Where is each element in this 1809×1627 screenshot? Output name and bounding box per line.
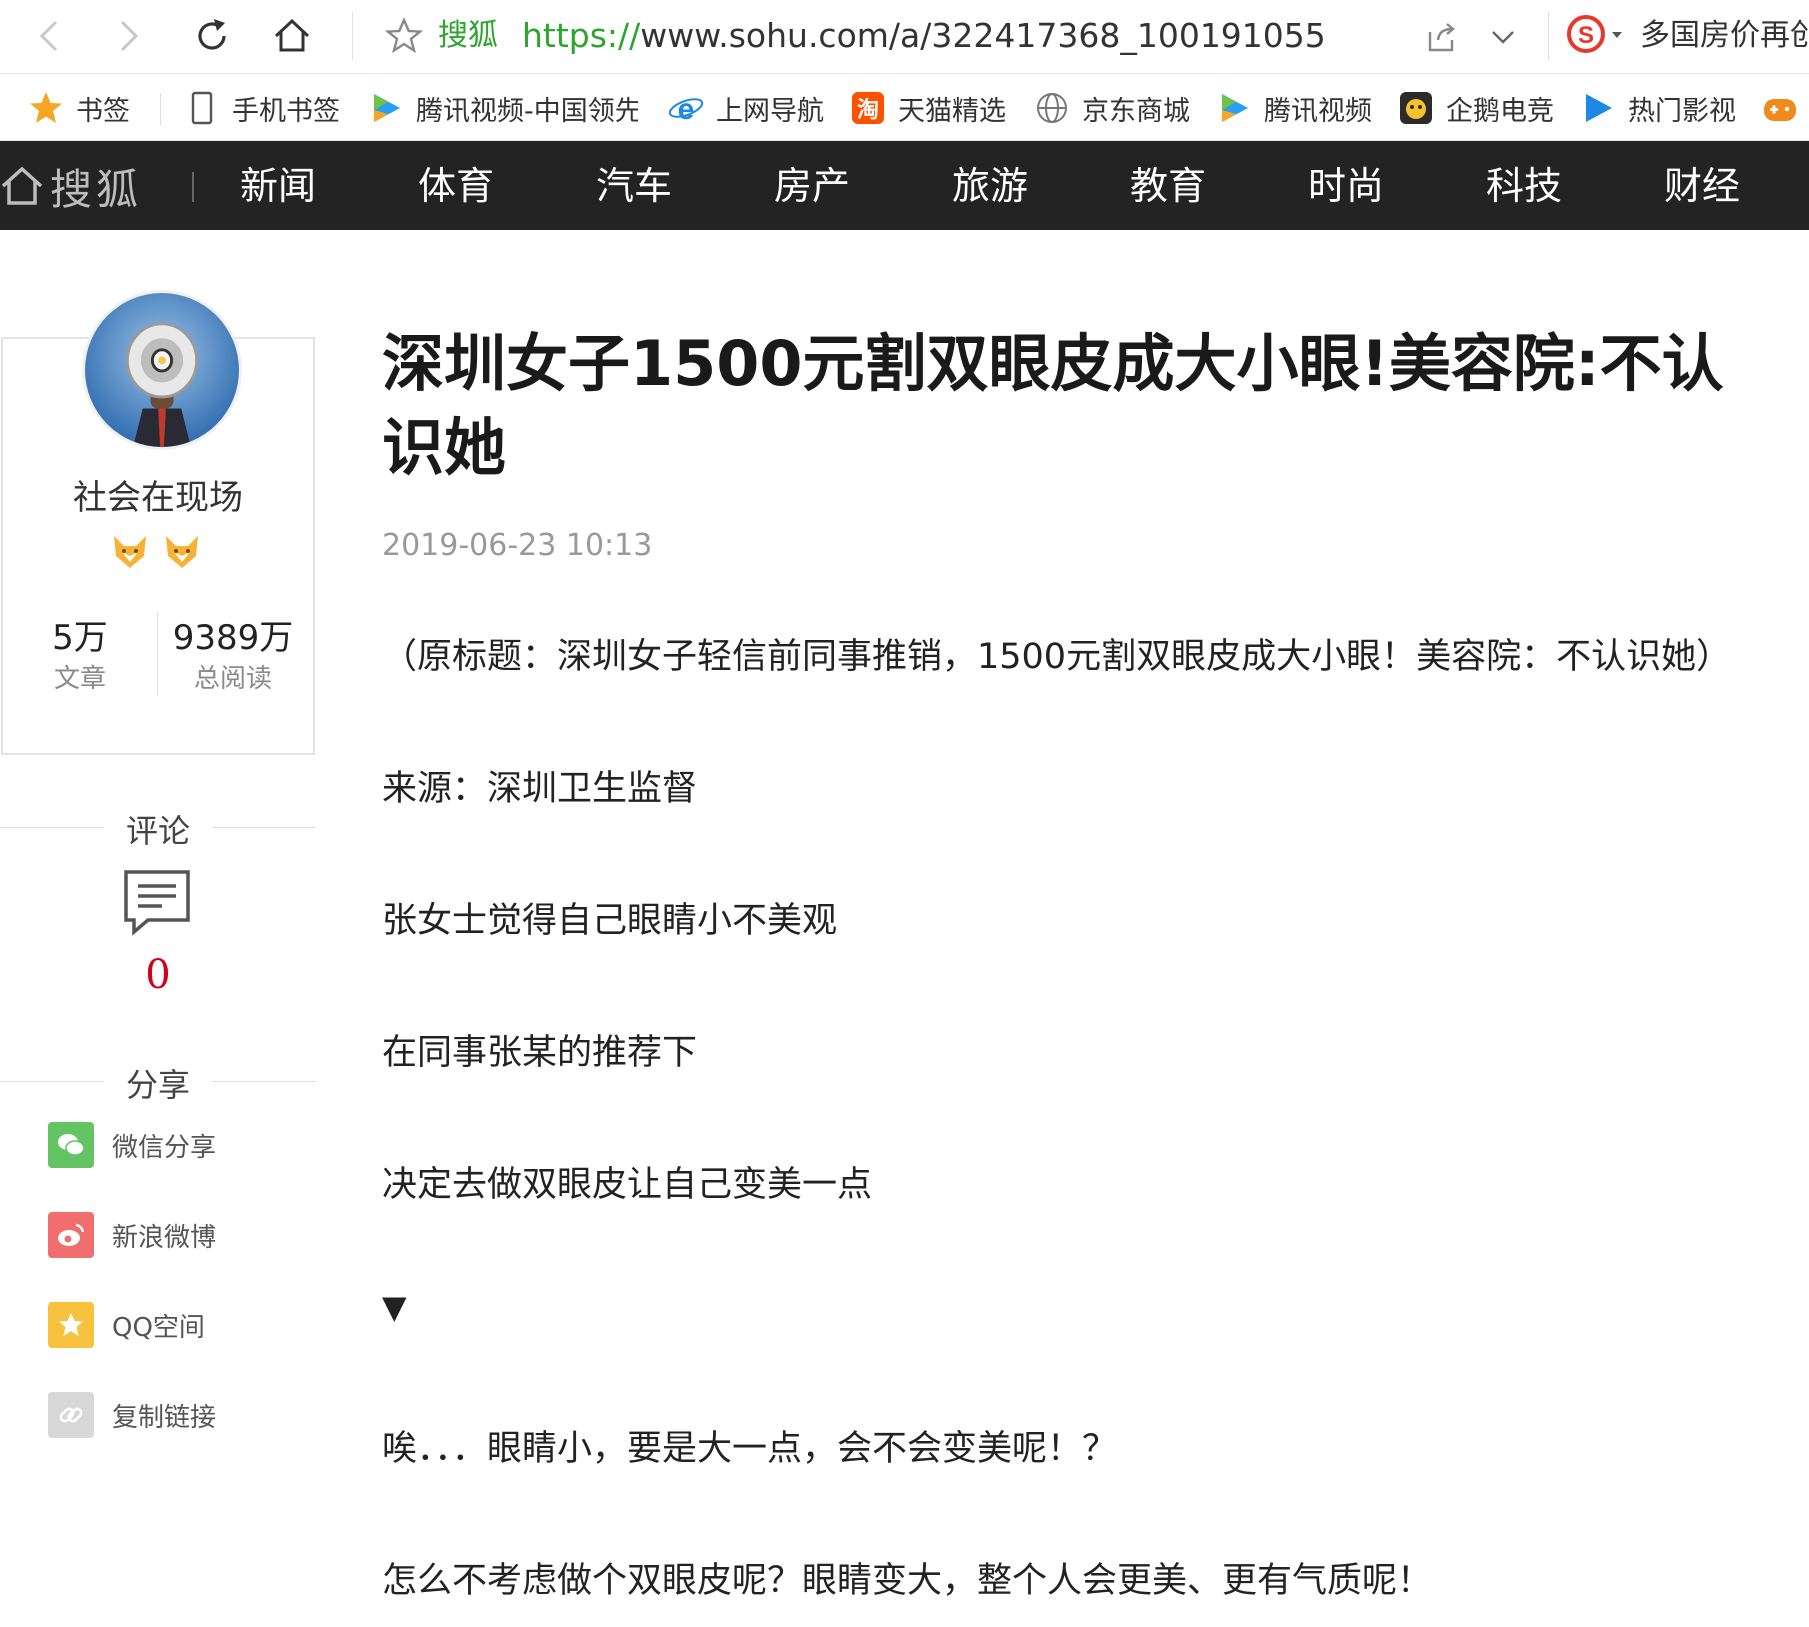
fox-badge-icon (114, 536, 146, 568)
article-paragraph: 怎么不考虑做个双眼皮呢？眼睛变大，整个人会更美、更有气质呢！ (382, 1561, 1433, 1601)
nav-sports[interactable]: 体育 (418, 159, 494, 213)
bookmark-item[interactable]: e 上网导航 (668, 85, 824, 131)
link-icon (48, 1392, 94, 1438)
divider (0, 1081, 104, 1082)
nav-auto[interactable]: 汽车 (596, 159, 672, 213)
gamepad-icon[interactable] (1762, 95, 1798, 125)
caret-down-icon[interactable] (1610, 28, 1624, 42)
wechat-icon (48, 1122, 94, 1168)
divider (192, 172, 194, 202)
taobao-icon: 淘 (852, 92, 884, 124)
divider (0, 827, 104, 828)
address-bar: 搜狐 https://www.sohu.com/a/322417368_1001… (0, 0, 1809, 74)
share-wechat-button[interactable]: 微信分享 (48, 1122, 216, 1168)
article-timestamp: 2019-06-23 10:13 (382, 528, 653, 563)
comment-section-title: 评论 (0, 806, 316, 852)
chevron-right-icon (120, 20, 139, 52)
author-name[interactable]: 社会在现场 (0, 470, 316, 519)
copy-link-button[interactable]: 复制链接 (48, 1392, 216, 1438)
bookmark-item[interactable]: 京东商城 (1034, 85, 1190, 131)
svg-text:e: e (678, 93, 695, 126)
home-icon (274, 18, 310, 52)
site-name-label: 搜狐 (438, 18, 498, 53)
share-section-title: 分享 (0, 1060, 316, 1106)
nav-fashion[interactable]: 时尚 (1308, 159, 1384, 213)
divider (352, 12, 353, 60)
articles-count: 5万 (52, 618, 108, 658)
nav-education[interactable]: 教育 (1130, 159, 1206, 213)
share-page-icon[interactable] (1424, 20, 1458, 54)
megaphone-avatar-icon (85, 293, 239, 447)
sogou-search-icon[interactable]: S (1566, 14, 1606, 54)
down-arrow-marker: ▼ (382, 1288, 407, 1326)
nav-finance[interactable]: 财经 (1664, 159, 1740, 213)
tencent-video-icon (1222, 94, 1248, 122)
back-button[interactable] (22, 8, 78, 64)
bookmarks-bar: 书签 手机书签 腾讯视频-中国领先 e 上网导航 淘 天猫精选 京东商城 腾讯视… (0, 75, 1809, 141)
qzone-icon (48, 1302, 94, 1348)
nav-news[interactable]: 新闻 (240, 159, 316, 213)
weibo-icon (48, 1212, 94, 1258)
reads-count: 9389万 (172, 618, 294, 658)
bookmark-item[interactable]: 淘 天猫精选 (850, 85, 1006, 131)
fox-badge-icon (166, 536, 198, 568)
url-path: www.sohu.com/a/322417368_100191055 (640, 16, 1326, 55)
reload-icon (198, 19, 226, 50)
star-icon (30, 92, 62, 123)
penguin-esports-icon (1400, 92, 1432, 124)
share-qzone-button[interactable]: QQ空间 (48, 1302, 205, 1348)
bookmark-item[interactable]: 腾讯视频-中国领先 (368, 85, 638, 131)
article-paragraph: 唉．．．眼睛小，要是大一点，会不会变美呢！？ (382, 1429, 1118, 1469)
article-paragraph: 来源：深圳卫生监督 (382, 769, 698, 809)
article-paragraph: 在同事张某的推荐下 (382, 1033, 698, 1073)
nav-travel[interactable]: 旅游 (952, 159, 1028, 213)
ie-icon: e (668, 93, 704, 126)
forward-button[interactable] (100, 8, 156, 64)
bookmark-item[interactable]: 热门影视 (1580, 85, 1736, 131)
sohu-logo[interactable]: 搜狐 (0, 159, 142, 214)
site-navigation: 搜狐 新闻 体育 汽车 房产 旅游 教育 时尚 科技 财经 (0, 141, 1809, 230)
comment-icon[interactable] (122, 868, 192, 938)
reload-button[interactable] (184, 8, 240, 64)
url-protocol: https:// (522, 16, 641, 55)
articles-label: 文章 (53, 664, 106, 694)
article-title: 深圳女子1500元割双眼皮成大小眼!美容院:不认识她 (382, 327, 1724, 484)
divider (212, 1081, 316, 1082)
avatar[interactable] (82, 290, 242, 450)
nav-tech[interactable]: 科技 (1486, 159, 1562, 213)
divider (212, 827, 316, 828)
comment-count[interactable]: 0 (0, 952, 316, 998)
svg-text:淘: 淘 (857, 97, 879, 123)
bookmark-item[interactable]: 书签 (28, 85, 130, 131)
globe-icon (1037, 93, 1067, 123)
svg-text:S: S (1578, 22, 1594, 49)
article-paragraph: （原标题：深圳女子轻信前同事推销，1500元割双眼皮成大小眼！美容院：不认识她） (382, 637, 1732, 677)
share-weibo-button[interactable]: 新浪微博 (48, 1212, 216, 1258)
home-icon (1, 166, 43, 205)
article-paragraph: 张女士觉得自己眼睛小不美观 (382, 901, 838, 941)
reads-label: 总阅读 (193, 664, 272, 694)
logo-text: 搜狐 (50, 164, 143, 214)
article-paragraph: 决定去做双眼皮让自己变美一点 (382, 1165, 873, 1205)
chevron-left-icon (39, 20, 58, 52)
url-field[interactable]: https://www.sohu.com/a/322417368_1001910… (522, 14, 1326, 58)
bookmark-item[interactable]: 腾讯视频 (1216, 85, 1372, 131)
bookmark-item[interactable]: 手机书签 (184, 85, 340, 131)
nav-house[interactable]: 房产 (774, 159, 850, 213)
chevron-down-icon[interactable] (1488, 22, 1518, 52)
tencent-video-icon (374, 94, 400, 122)
news-ticker-text[interactable]: 多国房价再创 (1640, 14, 1809, 58)
home-button[interactable] (264, 8, 320, 64)
play-icon (1586, 94, 1612, 122)
bookmark-item[interactable]: 企鹅电竞 (1398, 85, 1554, 131)
divider (160, 93, 161, 125)
bookmark-star-icon[interactable] (384, 16, 424, 56)
divider (1548, 12, 1549, 60)
phone-icon (191, 91, 213, 125)
